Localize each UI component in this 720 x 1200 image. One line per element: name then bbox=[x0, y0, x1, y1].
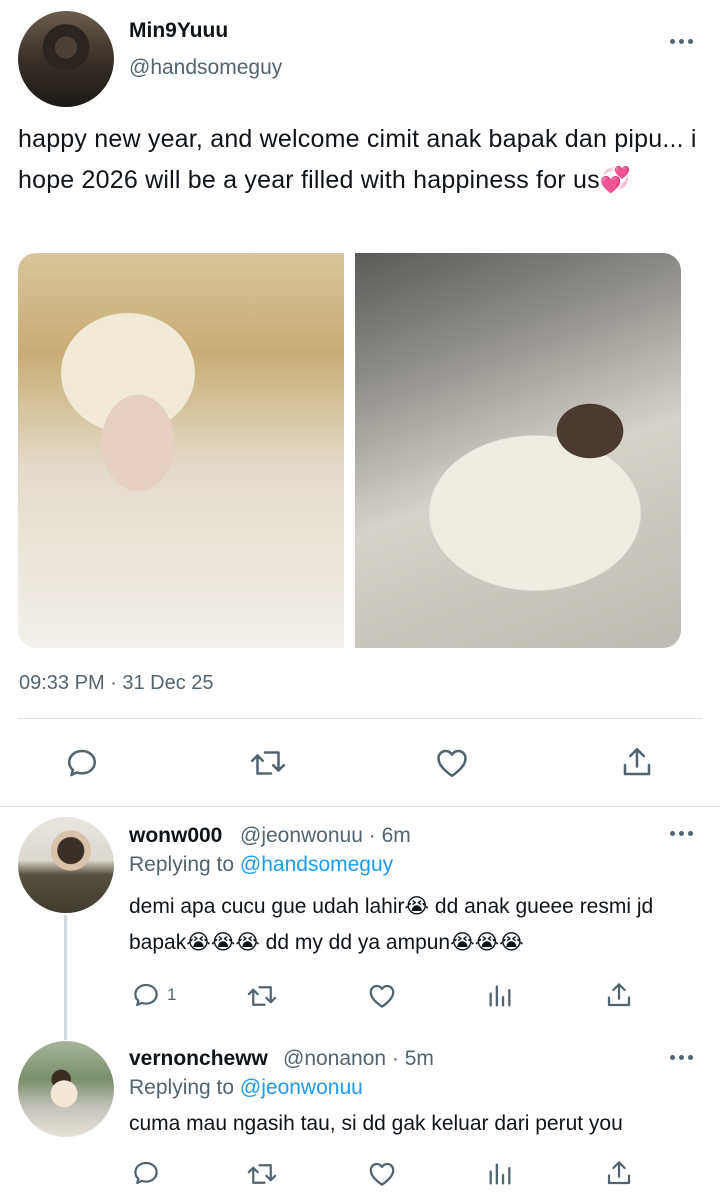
more-icon[interactable] bbox=[670, 831, 693, 836]
share-icon bbox=[607, 983, 631, 1007]
share-icon bbox=[623, 747, 651, 776]
views-button[interactable] bbox=[486, 1160, 514, 1188]
share-button[interactable] bbox=[619, 744, 655, 780]
reply-display-name[interactable]: wonw000 bbox=[129, 824, 222, 848]
retweet-icon bbox=[250, 751, 286, 775]
views-icon bbox=[489, 985, 511, 1007]
reply-count: 1 bbox=[167, 985, 177, 1004]
reply-text: demi apa cucu gue udah lahir😭 dd anak gu… bbox=[129, 895, 654, 954]
reply-icon bbox=[134, 983, 158, 1007]
tweet-timestamp[interactable]: 09:33 PM · 31 Dec 25 bbox=[19, 672, 214, 695]
replying-mention[interactable]: @jeonwonuu bbox=[240, 1076, 363, 1099]
retweet-icon bbox=[247, 986, 277, 1006]
heart-icon bbox=[437, 749, 467, 778]
reply-button[interactable] bbox=[131, 1158, 161, 1188]
replying-label: Replying to bbox=[129, 853, 235, 876]
reply-avatar[interactable] bbox=[18, 1041, 114, 1137]
more-icon[interactable] bbox=[670, 39, 693, 44]
retweet-button[interactable] bbox=[245, 981, 279, 1011]
reply-text: cuma mau ngasih tau, si dd gak keluar da… bbox=[129, 1112, 623, 1135]
divider bbox=[0, 806, 720, 807]
like-button[interactable] bbox=[433, 745, 471, 781]
like-button[interactable] bbox=[366, 1159, 398, 1189]
reply-handle[interactable]: @nonanon bbox=[283, 1047, 386, 1070]
replying-label: Replying to bbox=[129, 1076, 235, 1099]
divider bbox=[18, 718, 702, 719]
reply-icon bbox=[67, 749, 97, 777]
reply-avatar[interactable] bbox=[18, 817, 114, 913]
reply-icon bbox=[134, 1161, 158, 1185]
reply-handle-time[interactable]: @jeonwonuu · 6m bbox=[240, 824, 411, 848]
more-icon[interactable] bbox=[670, 1055, 693, 1060]
share-button[interactable] bbox=[604, 980, 634, 1010]
tweet-photo-1[interactable] bbox=[18, 253, 344, 648]
tweet-text: happy new year, and welcome cimit anak b… bbox=[18, 125, 697, 194]
share-icon bbox=[607, 1161, 631, 1185]
views-icon bbox=[489, 1163, 511, 1185]
retweet-button[interactable] bbox=[245, 1159, 279, 1189]
author-avatar[interactable] bbox=[18, 11, 114, 107]
author-handle[interactable]: @handsomeguy bbox=[129, 56, 282, 80]
views-button[interactable] bbox=[486, 982, 514, 1010]
replying-to: Replying to @jeonwonuu bbox=[129, 1076, 363, 1100]
like-button[interactable] bbox=[366, 981, 398, 1011]
heart-icon bbox=[369, 1162, 395, 1186]
replying-mention[interactable]: @handsomeguy bbox=[240, 853, 393, 876]
reply-handle-time[interactable]: @nonanon · 5m bbox=[283, 1047, 434, 1071]
reply-button[interactable] bbox=[64, 745, 100, 781]
reply-handle[interactable]: @jeonwonuu bbox=[240, 824, 363, 847]
reply-time: · 5m bbox=[391, 1047, 434, 1070]
retweet-icon bbox=[247, 1164, 277, 1184]
share-button[interactable] bbox=[604, 1158, 634, 1188]
reply-display-name[interactable]: vernoncheww bbox=[129, 1047, 268, 1071]
retweet-button[interactable] bbox=[248, 745, 288, 781]
tweet-photo-2[interactable] bbox=[355, 253, 681, 648]
reply-button[interactable]: 1 bbox=[131, 980, 176, 1010]
author-display-name[interactable]: Min9Yuuu bbox=[129, 19, 228, 43]
replying-to: Replying to @handsomeguy bbox=[129, 853, 393, 877]
heart-icon bbox=[369, 984, 395, 1008]
thread-line bbox=[64, 915, 67, 1040]
reply-time: · 6m bbox=[368, 824, 411, 847]
